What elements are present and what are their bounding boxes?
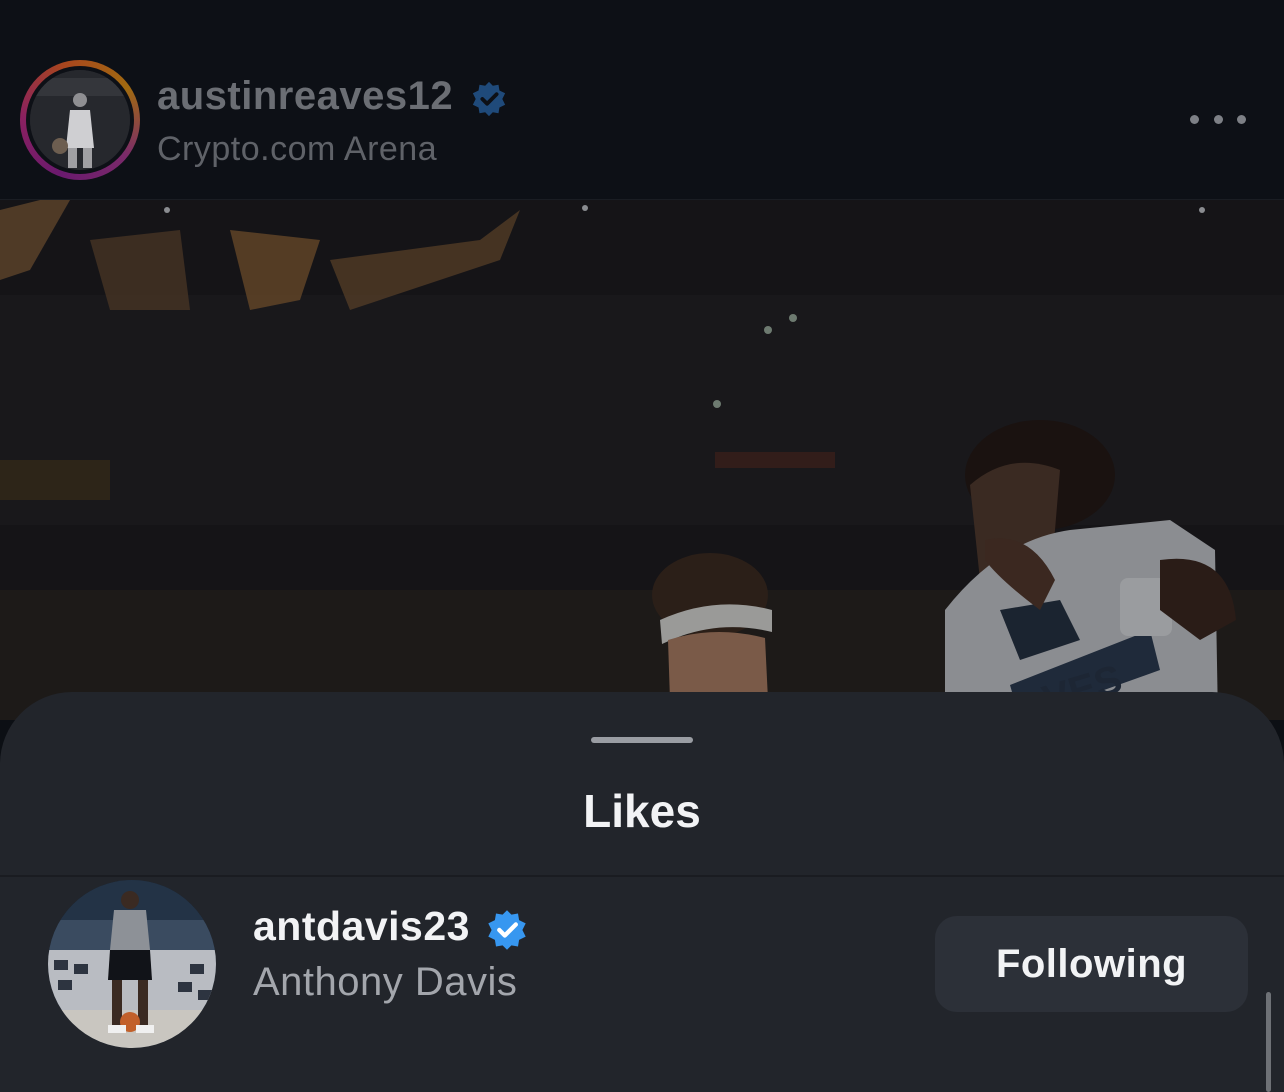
post-image: VES: [0, 200, 1284, 720]
divider: [0, 875, 1284, 877]
sheet-drag-handle[interactable]: [591, 737, 693, 743]
list-item[interactable]: antdavis23 Anthony Davis Following: [0, 878, 1284, 1078]
post-location[interactable]: Crypto.com Arena: [157, 130, 437, 169]
liker-username[interactable]: antdavis23: [253, 903, 470, 950]
scrollbar[interactable]: [1266, 992, 1271, 1092]
verified-badge-icon: [488, 910, 526, 950]
post-author-username[interactable]: austinreaves12: [157, 74, 453, 119]
avatar[interactable]: [48, 880, 216, 1048]
post-header: austinreaves12 Crypto.com Arena: [0, 0, 1284, 200]
following-button[interactable]: Following: [935, 916, 1248, 1012]
more-options-icon[interactable]: [1190, 104, 1246, 134]
sheet-title: Likes: [583, 785, 701, 837]
verified-badge-icon: [472, 81, 506, 117]
post-author-avatar[interactable]: [20, 60, 140, 180]
liker-full-name: Anthony Davis: [253, 960, 518, 1004]
likes-sheet: Likes antdavis23 Anthony Davis Following: [0, 692, 1284, 1092]
